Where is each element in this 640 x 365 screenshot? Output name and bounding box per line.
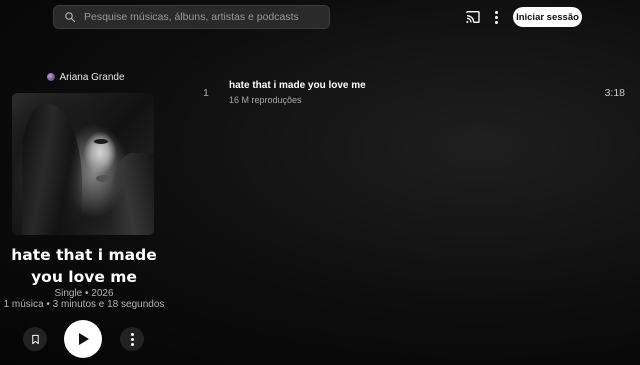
search-input[interactable] [84, 11, 324, 23]
more-vert-icon[interactable] [491, 9, 501, 25]
search-icon [65, 12, 76, 23]
play-button[interactable] [64, 320, 102, 358]
play-icon [79, 333, 89, 345]
sign-in-button[interactable]: Iniciar sessão [513, 7, 582, 27]
track-number: 1 [203, 87, 209, 99]
album-more-button[interactable] [120, 327, 144, 351]
save-button[interactable] [23, 327, 47, 351]
album-title: hate that i made you love me [11, 246, 157, 286]
artist-avatar [47, 73, 56, 81]
track-duration: 3:18 [604, 87, 625, 99]
search-box[interactable] [53, 5, 330, 29]
top-bar: Iniciar sessão [0, 0, 640, 34]
artist-name: Ariana Grande [59, 71, 125, 83]
album-controls [0, 320, 168, 358]
artist-link[interactable]: Ariana Grande [4, 66, 168, 88]
album-type-year: Single • 2026 [54, 288, 114, 299]
track-row[interactable]: 1 hate that i made you love me 16 M repr… [195, 76, 630, 108]
album-summary: 1 música • 3 minutos e 18 segundos [3, 299, 165, 310]
cast-icon[interactable] [465, 9, 481, 25]
album-panel: Ariana Grande [0, 66, 168, 88]
track-title[interactable]: hate that i made you love me [229, 80, 366, 91]
album-cover [12, 93, 154, 235]
track-plays: 16 M reproduções [229, 95, 302, 105]
bookmark-icon [31, 334, 39, 344]
